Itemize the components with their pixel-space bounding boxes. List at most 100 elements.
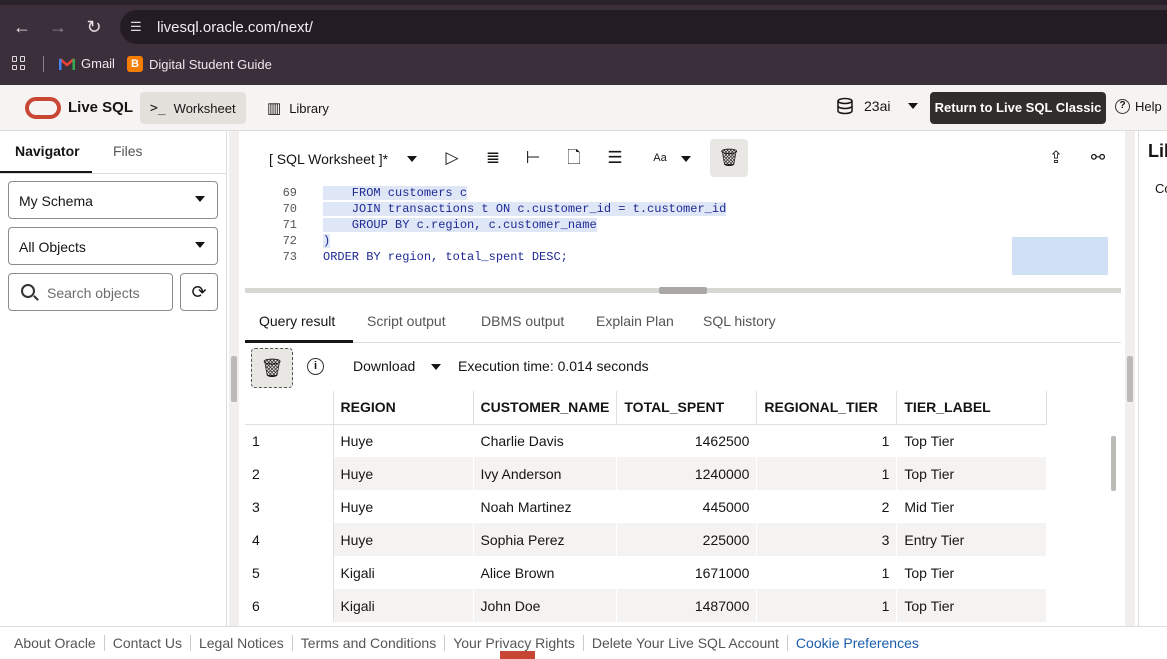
table-cell[interactable]: Mid Tier [896, 490, 1048, 523]
table-cell[interactable]: 1 [756, 556, 898, 589]
tab-files[interactable]: Files [113, 143, 143, 159]
table-row[interactable]: 6 Kigali John Doe 1487000 1 Top Tier [245, 589, 1048, 622]
return-to-classic-button[interactable]: Return to Live SQL Classic [930, 92, 1106, 124]
table-cell[interactable]: 1240000 [616, 457, 758, 490]
table-row[interactable]: 3 Huye Noah Martinez 445000 2 Mid Tier [245, 490, 1048, 523]
row-number-cell[interactable]: 6 [245, 589, 334, 622]
bookmark-gmail[interactable]: Gmail [59, 56, 115, 71]
code-editor[interactable]: 69 FROM customers c 70 JOIN transactions… [245, 186, 1121, 281]
table-cell[interactable]: Top Tier [896, 424, 1048, 457]
chevron-down-icon[interactable] [407, 156, 417, 162]
help-button[interactable]: ? Help [1115, 99, 1162, 114]
worksheet-title[interactable]: [ SQL Worksheet ]* [269, 151, 388, 167]
run-icon[interactable]: ▷ [441, 147, 463, 169]
table-row[interactable]: 2 Huye Ivy Anderson 1240000 1 Top Tier [245, 457, 1048, 490]
clear-editor-button[interactable]: 🗑 [710, 139, 748, 177]
explain-plan-icon[interactable]: ⊢ [522, 147, 544, 169]
object-type-select[interactable]: All Objects [8, 227, 218, 265]
share-icon[interactable]: ⇪ [1045, 147, 1067, 169]
tab-query-result[interactable]: Query result [259, 313, 335, 329]
table-cell[interactable]: Huye [333, 457, 474, 490]
footer-link-about-oracle[interactable]: About Oracle [0, 634, 105, 651]
table-cell[interactable]: 1 [756, 457, 898, 490]
row-number-cell[interactable]: 2 [245, 457, 334, 490]
font-size-icon[interactable]: Aa [649, 147, 671, 169]
row-number-cell[interactable]: 1 [245, 424, 334, 457]
splitter-grip[interactable] [231, 356, 237, 402]
table-cell[interactable]: 1462500 [616, 424, 758, 457]
table-cell[interactable]: Huye [333, 490, 474, 523]
splitter-grip[interactable] [1127, 356, 1133, 402]
address-bar[interactable]: ☰ livesql.oracle.com/next/ [120, 10, 1167, 44]
table-row[interactable]: 1 Huye Charlie Davis 1462500 1 Top Tier [245, 424, 1048, 457]
table-cell[interactable]: 1671000 [616, 556, 758, 589]
format-icon[interactable]: ☰ [604, 147, 626, 169]
table-cell[interactable]: 445000 [616, 490, 758, 523]
bookmark-digital-student-guide[interactable]: B Digital Student Guide [127, 56, 272, 72]
scrollbar-thumb[interactable] [1111, 436, 1116, 491]
splitter-grip[interactable] [659, 287, 707, 294]
reload-icon[interactable]: ↻ [81, 14, 107, 40]
table-cell[interactable]: Ivy Anderson [473, 457, 618, 490]
tab-worksheet[interactable]: >_ Worksheet [140, 92, 246, 124]
tab-library[interactable]: ▥ Library [257, 92, 339, 124]
row-number-cell[interactable]: 5 [245, 556, 334, 589]
apps-icon[interactable] [12, 56, 26, 70]
tab-navigator[interactable]: Navigator [15, 143, 80, 159]
run-script-icon[interactable]: ≣ [482, 147, 504, 169]
footer-link-contact-us[interactable]: Contact Us [105, 634, 191, 651]
table-cell[interactable]: Charlie Davis [473, 424, 618, 457]
footer-link-cookie-preferences[interactable]: Cookie Preferences [788, 635, 927, 651]
results-scrollbar[interactable] [1109, 424, 1119, 624]
table-cell[interactable]: Huye [333, 424, 474, 457]
table-cell[interactable]: 1 [756, 424, 898, 457]
column-header[interactable]: TIER_LABEL [896, 391, 1048, 425]
download-menu[interactable]: Download [353, 358, 442, 374]
table-cell[interactable]: Top Tier [896, 556, 1048, 589]
library-panel-tab[interactable]: Co [1155, 181, 1167, 196]
chevron-down-icon[interactable] [681, 156, 691, 162]
info-icon[interactable]: i [307, 358, 324, 375]
table-cell[interactable]: 225000 [616, 523, 758, 556]
table-cell[interactable]: John Doe [473, 589, 618, 622]
back-icon[interactable]: ← [9, 14, 35, 40]
table-cell[interactable]: 2 [756, 490, 898, 523]
table-cell[interactable]: 3 [756, 523, 898, 556]
tab-script-output[interactable]: Script output [367, 313, 446, 329]
schema-select[interactable]: My Schema [8, 181, 218, 219]
tab-dbms-output[interactable]: DBMS output [481, 313, 564, 329]
forward-icon[interactable]: → [45, 14, 71, 40]
table-cell[interactable]: Sophia Perez [473, 523, 618, 556]
footer-link-terms[interactable]: Terms and Conditions [293, 634, 446, 651]
table-cell[interactable]: Alice Brown [473, 556, 618, 589]
table-cell[interactable]: Kigali [333, 589, 474, 622]
site-settings-icon[interactable]: ☰ [130, 18, 148, 36]
minimap-viewport[interactable] [1012, 237, 1108, 275]
column-header[interactable]: REGIONAL_TIER [756, 391, 898, 425]
save-file-icon[interactable]: 🗋 [563, 147, 585, 169]
find-icon[interactable]: ⚯ [1087, 147, 1109, 169]
table-row[interactable]: 5 Kigali Alice Brown 1671000 1 Top Tier [245, 556, 1048, 589]
column-header[interactable]: REGION [333, 391, 474, 425]
table-cell[interactable]: Noah Martinez [473, 490, 618, 523]
tab-sql-history[interactable]: SQL history [703, 313, 776, 329]
table-cell[interactable]: Kigali [333, 556, 474, 589]
table-cell[interactable]: Huye [333, 523, 474, 556]
clear-results-button[interactable]: 🗑 [251, 348, 293, 388]
editor-minimap[interactable] [1012, 186, 1108, 278]
table-row[interactable]: 4 Huye Sophia Perez 225000 3 Entry Tier [245, 523, 1048, 556]
editor-results-splitter[interactable] [245, 281, 1121, 299]
footer-link-privacy[interactable]: Your Privacy Rights [445, 634, 584, 651]
right-splitter[interactable] [1125, 131, 1135, 626]
table-cell[interactable]: 1 [756, 589, 898, 622]
left-splitter[interactable] [229, 131, 239, 626]
tab-explain-plan[interactable]: Explain Plan [596, 313, 674, 329]
refresh-button[interactable]: ⟳ [180, 273, 218, 311]
table-cell[interactable]: Top Tier [896, 589, 1048, 622]
row-number-cell[interactable]: 4 [245, 523, 334, 556]
database-version-select[interactable]: 23ai [836, 97, 919, 115]
row-number-cell[interactable]: 3 [245, 490, 334, 523]
table-cell[interactable]: 1487000 [616, 589, 758, 622]
column-header[interactable]: CUSTOMER_NAME [473, 391, 618, 425]
footer-link-delete-account[interactable]: Delete Your Live SQL Account [584, 634, 788, 651]
